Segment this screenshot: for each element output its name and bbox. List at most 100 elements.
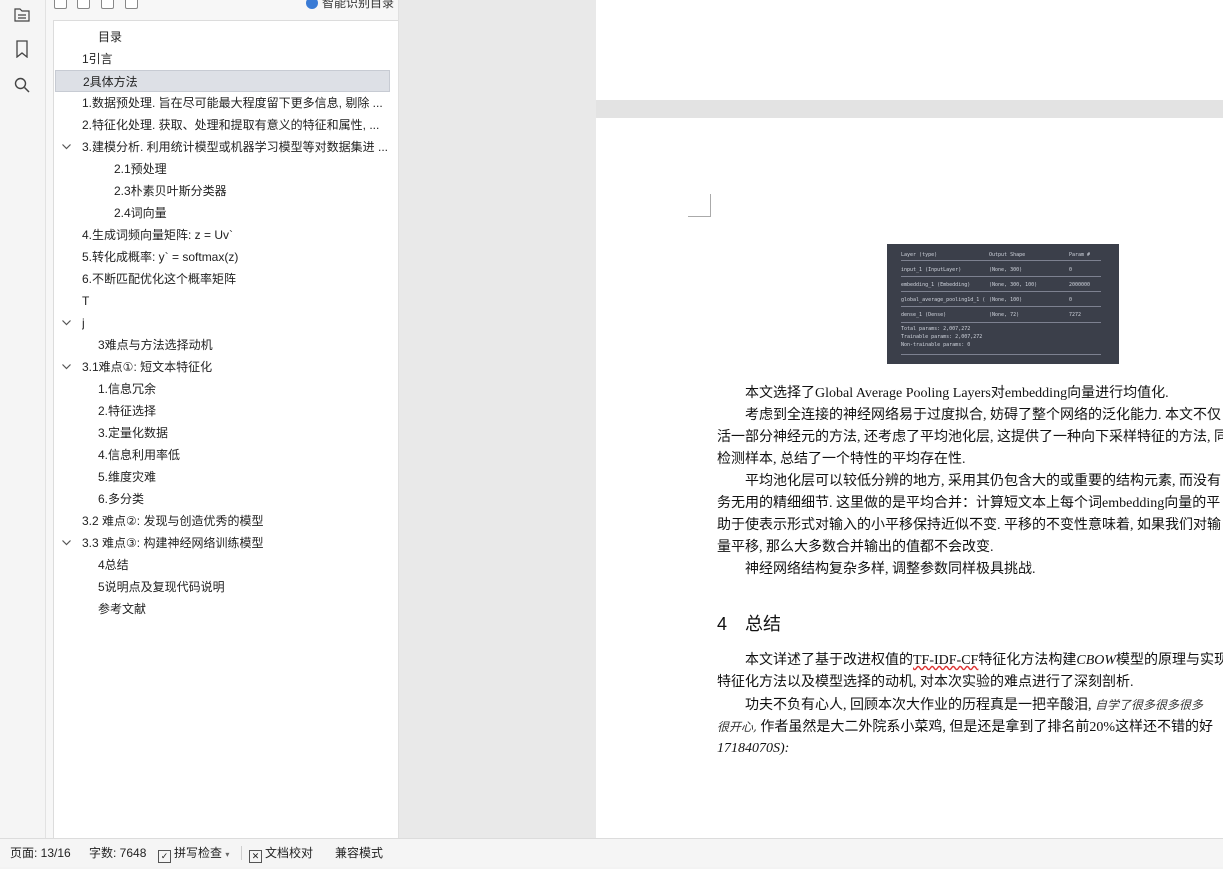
outline-icon[interactable]	[11, 4, 33, 26]
bookmark-icon[interactable]	[11, 38, 33, 60]
toc-item[interactable]: 5说明点及复现代码说明	[54, 576, 398, 598]
toc-item[interactable]: 2.3朴素贝叶斯分类器	[54, 180, 398, 202]
smart-toc-button[interactable]: 智能识别目录	[305, 0, 394, 11]
text-run: 模型的原理与实现	[1116, 653, 1223, 668]
toc-item[interactable]: 2.特征化处理. 获取、处理和提取有意义的特征和属性, ...	[54, 114, 398, 136]
section-title: 总结	[745, 614, 782, 634]
compat-mode-label[interactable]: 兼容模式	[335, 839, 383, 867]
model-rule	[901, 354, 1101, 355]
status-bar: 页面: 13/16 字数: 7648 ✓ 拼写检查 ▾ ✕ 文档校对 兼容模式	[0, 838, 1223, 867]
text-run: 作者虽然是大二外院系小菜鸡, 但是还是拿到了排名前20%这样还不错的好	[760, 720, 1213, 735]
model-summary-image: Layer (type) Output Shape Param # input_…	[887, 244, 1119, 364]
model-cell: 0	[1069, 297, 1073, 303]
toc-item-label: 5.转化成概率: y` = softmax(z)	[82, 250, 239, 264]
smart-toc-label: 智能识别目录	[321, 0, 394, 10]
search-icon[interactable]	[11, 74, 33, 96]
toc-item[interactable]: 1引言	[54, 48, 398, 70]
chevron-down-icon[interactable]	[61, 532, 71, 554]
toc-item[interactable]: j	[54, 312, 398, 334]
model-cell: (None, 300, 100)	[989, 282, 1038, 288]
document-area[interactable]: Layer (type) Output Shape Param # input_…	[399, 0, 1223, 838]
toc-item[interactable]: 5.维度灾难	[54, 466, 398, 488]
toc-item[interactable]: T	[54, 290, 398, 312]
toc-item[interactable]: 2.1预处理	[54, 158, 398, 180]
toc-item-label: j	[82, 316, 85, 330]
toc-item[interactable]: 2.4词向量	[54, 202, 398, 224]
toc-item[interactable]: 3.3 难点③: 构建神经网络训练模型	[54, 532, 398, 554]
toc-item[interactable]: 1.数据预处理. 旨在尽可能最大程度留下更多信息, 剔除 ...	[54, 92, 398, 114]
model-cell: dense_1 (Dense)	[901, 312, 947, 318]
collapse-all-icon[interactable]	[54, 0, 67, 9]
chevron-down-icon[interactable]	[61, 312, 71, 334]
paragraph: 很开心, 作者虽然是大二外院系小菜鸡, 但是还是拿到了排名前20%这样还不错的好	[717, 716, 1213, 739]
toc-item[interactable]: 3.建模分析. 利用统计模型或机器学习模型等对数据集进 ...	[54, 136, 398, 158]
model-header-layer: Layer (type)	[901, 252, 938, 258]
toc-item[interactable]: 4.信息利用率低	[54, 444, 398, 466]
toc-item[interactable]: 3.1难点①: 短文本特征化	[54, 356, 398, 378]
toc-item[interactable]: 6.不断匹配优化这个概率矩阵	[54, 268, 398, 290]
spellcheck-flag[interactable]: TF-IDF-CF	[913, 653, 978, 668]
spell-check-button[interactable]: ✓ 拼写检查 ▾	[158, 839, 229, 867]
toc-item[interactable]: 6.多分类	[54, 488, 398, 510]
toc-item[interactable]: 4总结	[54, 554, 398, 576]
paragraph: 平均池化层可以较低分辨的地方, 采用其仍包含大的或重要的结构元素, 而没有	[745, 474, 1221, 489]
document-page[interactable]: Layer (type) Output Shape Param # input_…	[596, 118, 1223, 838]
paragraph: 检测样本, 总结了一个特性的平均存在性.	[717, 452, 966, 467]
toc-item[interactable]: 参考文献	[54, 598, 398, 620]
proofread-label: 文档校对	[265, 846, 314, 860]
toc-item[interactable]: 3难点与方法选择动机	[54, 334, 398, 356]
toc-item-label: 3.定量化数据	[98, 426, 169, 440]
toc-item-label: 6.不断匹配优化这个概率矩阵	[82, 272, 237, 286]
paragraph: 本文详述了基于改进权值的TF-IDF-CF特征化方法构建CBOW模型的原理与实现	[745, 650, 1223, 672]
model-cell: input_1 (InputLayer)	[901, 267, 962, 273]
model-total: Trainable params: 2,007,272	[901, 334, 983, 340]
toc-item[interactable]: 1.信息冗余	[54, 378, 398, 400]
word-count[interactable]: 字数: 7648	[89, 839, 146, 867]
text-run: 本文详述了基于改进权值的	[745, 653, 913, 668]
section-heading: 4 总结	[717, 610, 781, 636]
toc-item[interactable]: 目录	[54, 26, 398, 48]
model-cell: (None, 100)	[989, 297, 1023, 303]
model-rule	[901, 322, 1101, 323]
expand-all-icon[interactable]	[77, 0, 90, 9]
add-heading-icon[interactable]	[101, 0, 114, 9]
chevron-down-icon[interactable]	[61, 136, 71, 158]
paragraph: 本文选择了Global Average Pooling Layers对embed…	[745, 386, 1169, 401]
model-cell: (None, 72)	[989, 312, 1020, 318]
model-cell: global_average_pooling1d_1 (	[901, 297, 986, 303]
model-header-shape: Output Shape	[989, 252, 1026, 258]
text-run: 特征化方法构建	[978, 653, 1077, 668]
toc-item-label: 4.生成词频向量矩阵: z = Uv`	[82, 228, 234, 242]
chevron-down-icon[interactable]	[61, 356, 71, 378]
model-cell: 2000000	[1069, 282, 1091, 288]
toc-item[interactable]: 5.转化成概率: y` = softmax(z)	[54, 246, 398, 268]
text-run: 功夫不负有心人, 回顾本次大作业的历程真是一把辛酸泪,	[745, 698, 1092, 713]
toc-item-label: 2.特征化处理. 获取、处理和提取有意义的特征和属性, ...	[82, 118, 380, 132]
divider	[241, 846, 242, 860]
proofread-icon: ✕	[249, 850, 262, 863]
remove-heading-icon[interactable]	[125, 0, 138, 9]
toc-item[interactable]: 3.定量化数据	[54, 422, 398, 444]
page-indicator[interactable]: 页面: 13/16	[10, 839, 71, 867]
toc-item[interactable]: 2具体方法	[55, 70, 390, 92]
toc-item-label: 1.数据预处理. 旨在尽可能最大程度留下更多信息, 剔除 ...	[82, 96, 383, 110]
text-run-italic: CBOW	[1076, 653, 1117, 668]
navigation-pane: 智能识别目录 目录 1引言 2具体方法 1.数据预处理. 旨在尽可能最大程度留下更多信…	[46, 0, 399, 839]
toc-item[interactable]: 4.生成词频向量矩阵: z = Uv`	[54, 224, 398, 246]
proofread-button[interactable]: ✕ 文档校对	[249, 839, 313, 867]
toc-item-label: 4.信息利用率低	[98, 448, 181, 462]
model-header-param: Param #	[1069, 252, 1091, 258]
toc-item[interactable]: 2.特征选择	[54, 400, 398, 422]
model-cell: (None, 300)	[989, 267, 1023, 273]
nav-toolbar: 智能识别目录	[46, 0, 398, 14]
model-rule	[901, 260, 1101, 261]
toc-item[interactable]: 3.2 难点②: 发现与创造优秀的模型	[54, 510, 398, 532]
paragraph: 助于使表示形式对输入的小平移保持近似不变. 平移的不变性意味着, 如果我们对输	[717, 518, 1221, 533]
model-cell: 7272	[1069, 312, 1082, 318]
model-rule	[901, 276, 1101, 277]
previous-page	[596, 0, 1223, 100]
checkbox-icon: ✓	[158, 850, 171, 863]
paragraph: 量平移, 那么大多数合并输出的值都不会改变.	[717, 540, 994, 555]
toc-item-label: 5说明点及复现代码说明	[98, 580, 225, 594]
toc-item-label: 3.3 难点③: 构建神经网络训练模型	[82, 536, 264, 550]
